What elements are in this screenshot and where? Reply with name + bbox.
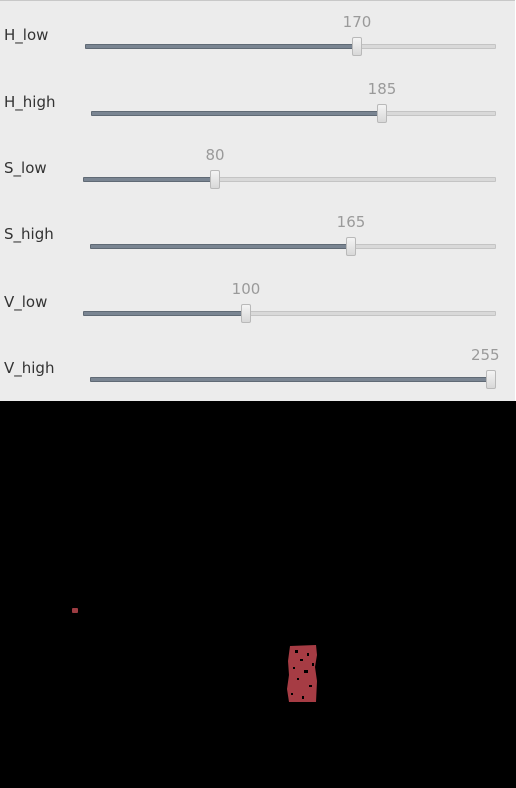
mask-hole xyxy=(302,696,304,699)
slider-row-s-high: S_high 165 xyxy=(0,199,515,265)
mask-hole xyxy=(309,685,312,687)
mask-noise-speck xyxy=(72,608,78,613)
v-high-slider[interactable]: 255 xyxy=(90,346,500,390)
mask-hole xyxy=(293,667,295,669)
slider-row-v-high: V_high 255 xyxy=(0,331,515,397)
slider-fill xyxy=(83,177,215,182)
s-high-slider[interactable]: 165 xyxy=(90,213,496,257)
slider-label-s-high: S_high xyxy=(4,225,54,243)
slider-handle[interactable] xyxy=(377,104,387,123)
slider-label-s-low: S_low xyxy=(4,159,47,177)
slider-value-s-low: 80 xyxy=(205,146,225,164)
slider-fill xyxy=(85,44,357,49)
slider-label-v-high: V_high xyxy=(4,359,55,377)
slider-fill xyxy=(90,377,491,382)
mask-hole xyxy=(297,678,299,680)
slider-row-h-low: H_low 170 xyxy=(0,1,515,67)
hsv-controls-panel: H_low 170 H_high 185 S_low 80 S_high 165… xyxy=(0,0,515,401)
slider-row-v-low: V_low 100 xyxy=(0,265,515,331)
slider-fill xyxy=(90,244,351,249)
v-low-slider[interactable]: 100 xyxy=(83,280,496,324)
slider-value-v-high: 255 xyxy=(470,346,500,364)
slider-handle[interactable] xyxy=(210,170,220,189)
slider-label-h-high: H_high xyxy=(4,93,56,111)
mask-hole xyxy=(295,650,298,653)
mask-hole xyxy=(312,663,314,666)
mask-hole xyxy=(300,659,303,661)
slider-label-v-low: V_low xyxy=(4,293,48,311)
slider-value-v-low: 100 xyxy=(231,280,261,298)
slider-fill xyxy=(83,311,246,316)
slider-value-h-high: 185 xyxy=(367,80,397,98)
h-low-slider[interactable]: 170 xyxy=(85,13,496,57)
s-low-slider[interactable]: 80 xyxy=(83,146,496,190)
slider-handle[interactable] xyxy=(486,370,496,389)
slider-row-h-high: H_high 185 xyxy=(0,67,515,133)
slider-row-s-low: S_low 80 xyxy=(0,133,515,199)
mask-hole xyxy=(304,670,308,673)
slider-label-h-low: H_low xyxy=(4,26,49,44)
slider-fill xyxy=(91,111,382,116)
slider-value-h-low: 170 xyxy=(342,13,372,31)
h-high-slider[interactable]: 185 xyxy=(91,80,496,124)
slider-value-s-high: 165 xyxy=(336,213,366,231)
mask-output-view xyxy=(0,401,516,788)
mask-hole xyxy=(291,693,293,695)
mask-hole xyxy=(307,653,309,656)
slider-handle[interactable] xyxy=(346,237,356,256)
mask-detected-region xyxy=(287,645,317,702)
slider-handle[interactable] xyxy=(241,304,251,323)
slider-handle[interactable] xyxy=(352,37,362,56)
